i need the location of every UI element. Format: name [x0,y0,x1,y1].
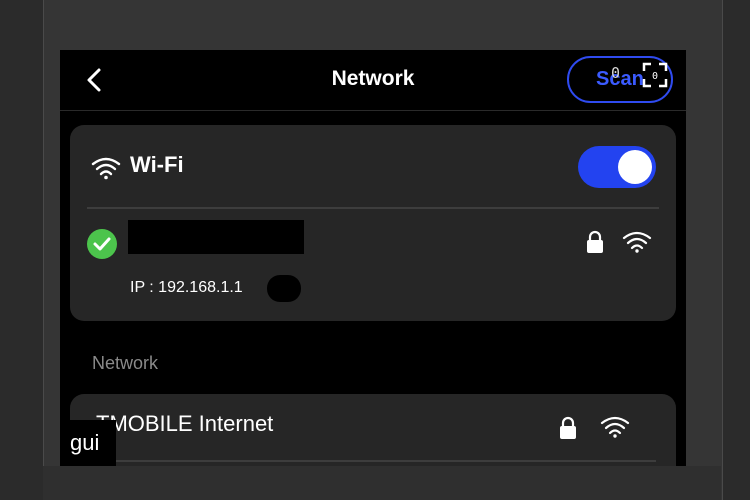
network-screen: Network Scan 0 0 Wi-Fi IP: 192.168.1.1 … [60,50,686,466]
wifi-title: Wi-Fi [130,152,184,177]
wifi-toggle[interactable] [578,146,656,188]
lock-icon [587,230,603,253]
wifi-signal-icon [622,231,652,253]
svg-text:0: 0 [652,71,658,82]
check-circle-icon [87,229,117,259]
wifi-toggle-knob [618,150,652,184]
wifi-signal-icon [600,416,630,438]
wifi-card: Wi-Fi IP : 192.168.1.1 [70,125,676,321]
overlay-counter: 0 [611,64,621,82]
ip-redaction [267,275,301,302]
network-item-name[interactable]: TMOBILE Internet [96,411,273,437]
connected-network-name-redacted[interactable] [128,220,304,254]
fullscreen-icon[interactable]: 0 [642,62,668,88]
divider [87,207,659,209]
divider [90,460,656,462]
section-label-network: Network [92,353,159,373]
network-list-card: TMOBILE Internet [70,394,676,466]
gui-overlay-label: gui [63,420,116,466]
wifi-icon [91,157,121,180]
header-bar: Network Scan 0 0 [60,50,686,111]
device-bottom-strip [43,466,721,500]
ip-address: IP : 192.168.1.1 [130,279,243,296]
lock-icon [560,416,576,439]
